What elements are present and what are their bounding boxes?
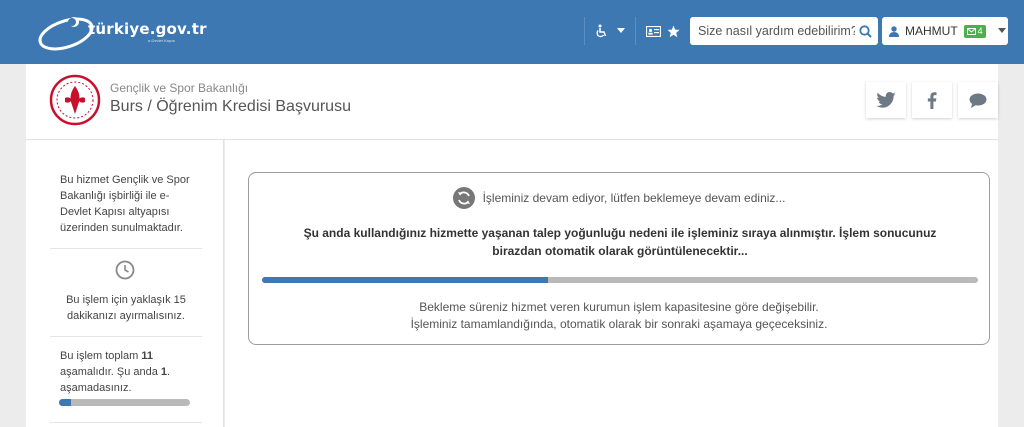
star-icon: [667, 25, 680, 37]
wheelchair-icon: [596, 24, 607, 38]
chevron-down-icon: [617, 28, 625, 33]
user-menu-button[interactable]: MAHMUT 4: [882, 17, 1008, 45]
search-input[interactable]: [690, 24, 855, 38]
top-bar: türkiye.gov.tr e-Devlet Kapısı MAHMUT: [0, 0, 1024, 64]
steps-middle: aşamalıdır. Şu anda: [60, 366, 161, 378]
waiting-note: Bekleme süreniz hizmet veren kurumun işl…: [249, 299, 989, 333]
comment-share-button[interactable]: [958, 82, 998, 118]
user-icon: [889, 25, 899, 37]
accessibility-menu-button[interactable]: [584, 17, 636, 45]
waiting-note-line-2: İşleminiz tamamlandığında, otomatik olar…: [410, 317, 828, 331]
service-header: Gençlik ve Spor Bakanlığı Burs / Öğrenim…: [26, 64, 998, 140]
waiting-status: İşleminiz devam ediyor, lütfen beklemeye…: [249, 187, 989, 209]
turkiye-gov-logo[interactable]: türkiye.gov.tr e-Devlet Kapısı: [36, 8, 206, 54]
divider: [50, 336, 202, 337]
waiting-text: İşleminiz devam ediyor, lütfen beklemeye…: [482, 191, 786, 205]
envelope-icon: [966, 27, 976, 35]
message-count: 4: [977, 26, 983, 36]
clock-icon: [115, 260, 135, 280]
user-name: MAHMUT: [905, 24, 958, 38]
estimated-time-text: Bu işlem için yaklaşık 15 dakikanızı ayı…: [66, 294, 186, 322]
page-title: Burs / Öğrenim Kredisi Başvurusu: [110, 98, 351, 115]
search-box: [690, 17, 878, 45]
divider: [50, 248, 202, 249]
twitter-share-button[interactable]: [866, 82, 906, 118]
main-content: İşleminiz devam ediyor, lütfen beklemeye…: [225, 140, 998, 427]
queue-notice: Şu anda kullandığınız hizmette yaşanan t…: [303, 226, 937, 258]
id-card-icon: [646, 25, 661, 37]
search-icon[interactable]: [855, 24, 875, 38]
refresh-spinner-icon: [452, 187, 475, 209]
message-badge[interactable]: 4: [963, 24, 986, 38]
facebook-share-button[interactable]: [912, 82, 952, 118]
steps-prefix: Bu işlem toplam: [60, 350, 142, 362]
step-progress-fill: [59, 399, 71, 406]
logo-subtext: e-Devlet Kapısı: [148, 38, 176, 43]
info-sidebar: Bu hizmet Gençlik ve Spor Bakanlığı işbi…: [26, 140, 224, 427]
waiting-note-line-1: Bekleme süreniz hizmet veren kurumun işl…: [419, 300, 819, 314]
queue-progress-fill: [262, 277, 549, 283]
service-provider-info: Bu hizmet Gençlik ve Spor Bakanlığı işbi…: [60, 174, 190, 234]
ministry-name: Gençlik ve Spor Bakanlığı: [110, 81, 249, 95]
step-info: Bu işlem toplam 11 aşamalıdır. Şu anda 1…: [60, 348, 200, 396]
logo-swoosh-icon: [38, 17, 94, 51]
queue-progress-bar: [262, 277, 978, 283]
divider: [50, 422, 202, 423]
step-progress-bar: [59, 399, 190, 406]
comment-icon: [969, 93, 987, 108]
steps-total: 11: [141, 350, 153, 362]
id-card-button[interactable]: [640, 17, 686, 45]
ministry-emblem-icon: [49, 74, 101, 126]
facebook-icon: [927, 91, 937, 109]
chevron-down-icon: [997, 28, 1006, 33]
logo-text: türkiye.gov.tr: [88, 20, 207, 38]
twitter-icon: [876, 92, 896, 108]
queue-status-box: İşleminiz devam ediyor, lütfen beklemeye…: [248, 172, 990, 345]
